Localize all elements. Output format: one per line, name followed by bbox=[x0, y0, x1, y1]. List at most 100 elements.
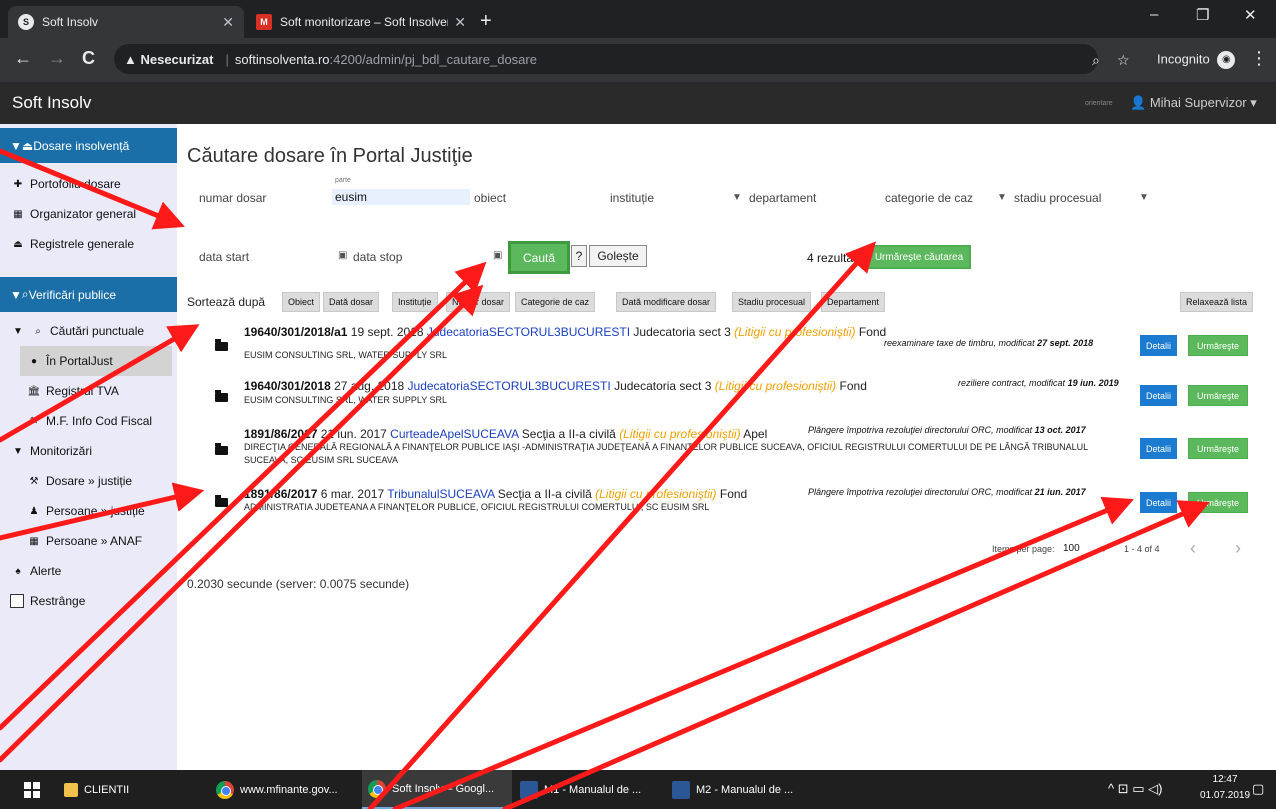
court-link[interactable]: JudecatoriaSECTORUL3BUCURESTI bbox=[408, 379, 611, 393]
tab-close-icon[interactable]: ✕ bbox=[222, 14, 234, 31]
court-link[interactable]: JudecatoriaSECTORUL3BUCURESTI bbox=[427, 325, 630, 339]
sidebar-item-registries[interactable]: ⏏ Registrele generale bbox=[0, 229, 177, 259]
case-number[interactable]: 1891/86/2017 bbox=[244, 427, 317, 441]
sidebar-group-searches[interactable]: ▼ ⌕ Căutări punctuale bbox=[0, 316, 177, 346]
case-meta: Plângere împotriva rezoluţiei directorul… bbox=[808, 487, 1086, 497]
sidebar-section-insolvency[interactable]: ▼ ⏏ Dosare insolvență bbox=[0, 128, 177, 163]
sidebar-item-label: Registrul TVA bbox=[46, 384, 119, 398]
case-number[interactable]: 1891/86/2017 bbox=[244, 487, 317, 501]
incognito-badge: Incognito ◉ bbox=[1157, 51, 1236, 69]
relax-list-button[interactable]: Relaxează lista bbox=[1180, 292, 1254, 312]
object-field[interactable]: obiect bbox=[474, 191, 506, 205]
calendar-icon[interactable]: ▣ bbox=[493, 250, 502, 261]
sort-by-stage[interactable]: Stadiu procesual bbox=[732, 292, 812, 312]
windows-start-icon[interactable] bbox=[24, 782, 40, 798]
back-button[interactable]: ← bbox=[14, 48, 32, 69]
date-stop-field[interactable]: data stop bbox=[353, 250, 402, 264]
sidebar-item-persons-justice[interactable]: ♟ Persoane » justiție bbox=[0, 496, 177, 526]
chevron-down-icon[interactable]: ▼ bbox=[997, 192, 1007, 203]
taskbar-item-m2[interactable]: M2 - Manualul de ... bbox=[666, 770, 816, 809]
chevron-down-icon[interactable]: ▼ bbox=[1139, 192, 1149, 203]
close-window-button[interactable]: ✕ bbox=[1244, 6, 1257, 24]
clear-button[interactable]: Golește bbox=[589, 245, 647, 267]
taskbar-item-soft-insolv[interactable]: Soft Insolv – Googl... bbox=[362, 770, 512, 809]
sort-by-case-date[interactable]: Dată dosar bbox=[323, 292, 380, 312]
sidebar-group-monitoring[interactable]: ▼ Monitorizări bbox=[0, 436, 177, 466]
sidebar-item-persons-anaf[interactable]: ▦ Persoane » ANAF bbox=[0, 526, 177, 556]
menu-dots-icon[interactable]: ⋮ bbox=[1250, 48, 1268, 69]
case-number-field[interactable]: numar dosar bbox=[199, 191, 266, 205]
sidebar-item-alerts[interactable]: ♠ Alerte bbox=[0, 556, 177, 586]
taskbar-clock[interactable]: 12:47 01.07.2019 bbox=[1200, 772, 1250, 804]
follow-button[interactable]: Urmăreşte bbox=[1188, 335, 1248, 356]
sidebar-item-fiscal-code[interactable]: ✎ M.F. Info Cod Fiscal bbox=[0, 406, 177, 436]
details-button[interactable]: Detalii bbox=[1140, 438, 1177, 459]
taskbar-item-m1[interactable]: M1 - Manualul de ... bbox=[514, 770, 664, 809]
sort-by-category[interactable]: Categorie de caz bbox=[515, 292, 596, 312]
chevron-down-icon[interactable]: ▼ bbox=[1099, 544, 1109, 555]
sidebar-item-organizer[interactable]: ▦ Organizator general bbox=[0, 199, 177, 229]
notification-icon[interactable]: ▢ bbox=[1252, 781, 1264, 797]
app-brand[interactable]: Soft Insolv bbox=[12, 93, 91, 113]
sidebar-section-public-checks[interactable]: ▼ ⌕ Verificări publice bbox=[0, 277, 177, 312]
system-tray-icons[interactable]: ^ ⊡ ▭ ◁) bbox=[1108, 781, 1162, 797]
court-section: Judecatoria sect 3 bbox=[633, 325, 731, 339]
tab-soft-insolv[interactable]: S Soft Insolv ✕ bbox=[8, 6, 244, 38]
url-input[interactable]: ▲ Nesecurizat | softinsolventa.ro :4200/… bbox=[114, 44, 1098, 74]
search-button[interactable]: Caută bbox=[508, 241, 570, 274]
security-warning[interactable]: ▲ Nesecurizat bbox=[124, 52, 213, 67]
collapse-checkbox[interactable] bbox=[10, 594, 24, 608]
taskbar-item-mfinante[interactable]: www.mfinante.gov... bbox=[210, 770, 360, 809]
user-menu[interactable]: 👤 Mihai Supervizor ▾ bbox=[1130, 95, 1257, 111]
sort-by-case-number[interactable]: Număr dosar bbox=[446, 292, 511, 312]
court-link[interactable]: CurteadeApelSUCEAVA bbox=[390, 427, 518, 441]
case-category-select[interactable]: categorie de caz bbox=[885, 191, 973, 205]
new-tab-button[interactable]: + bbox=[480, 10, 492, 33]
sidebar-collapse[interactable]: Restrânge bbox=[0, 586, 177, 616]
calendar-icon[interactable]: ▣ bbox=[338, 250, 347, 261]
details-button[interactable]: Detalii bbox=[1140, 335, 1177, 356]
sidebar-item-tva[interactable]: 🏛 Registrul TVA bbox=[0, 376, 177, 406]
sort-by-institution[interactable]: Instituție bbox=[392, 292, 438, 312]
details-button[interactable]: Detalii bbox=[1140, 492, 1177, 513]
stage-select[interactable]: stadiu procesual bbox=[1014, 191, 1101, 205]
minimize-button[interactable]: – bbox=[1150, 6, 1158, 23]
next-page-button[interactable]: › bbox=[1235, 538, 1241, 559]
sidebar-item-cases-justice[interactable]: ⚒ Dosare » justiție bbox=[0, 466, 177, 496]
maximize-button[interactable]: ❐ bbox=[1196, 6, 1209, 24]
registry-icon: ⏏ bbox=[13, 238, 23, 250]
help-button[interactable]: ? bbox=[571, 245, 587, 267]
case-number[interactable]: 19640/301/2018/a1 bbox=[244, 325, 347, 339]
sidebar-item-label: Persoane » ANAF bbox=[46, 534, 143, 548]
forward-button[interactable]: → bbox=[48, 48, 66, 69]
orientation-link[interactable]: orientare bbox=[1085, 100, 1113, 107]
items-per-page-select[interactable]: 100 bbox=[1063, 543, 1080, 554]
case-parties: ADMINISTRATIA JUDETEANA A FINANŢELOR PUB… bbox=[244, 502, 710, 512]
folder-icon bbox=[64, 782, 78, 797]
sort-by-modified-date[interactable]: Dată modificare dosar bbox=[616, 292, 717, 312]
tab-close-icon[interactable]: ✕ bbox=[454, 14, 466, 31]
follow-button[interactable]: Urmăreşte bbox=[1188, 492, 1248, 513]
follow-button[interactable]: Urmăreşte bbox=[1188, 438, 1248, 459]
follow-button[interactable]: Urmăreşte bbox=[1188, 385, 1248, 406]
taskbar-item-clientii[interactable]: CLIENTII bbox=[58, 770, 208, 809]
zoom-icon[interactable]: ⌕ bbox=[1092, 52, 1100, 69]
sidebar-item-portfolio[interactable]: ✚ Portofoliu dosare bbox=[0, 169, 177, 199]
chevron-down-icon[interactable]: ▼ bbox=[732, 192, 742, 203]
star-icon[interactable]: ☆ bbox=[1117, 52, 1130, 69]
details-button[interactable]: Detalii bbox=[1140, 385, 1177, 406]
case-number[interactable]: 19640/301/2018 bbox=[244, 379, 331, 393]
institution-select[interactable]: instituție bbox=[610, 191, 654, 205]
department-select[interactable]: departament bbox=[749, 191, 816, 205]
date-start-field[interactable]: data start bbox=[199, 250, 249, 264]
reload-button[interactable]: C bbox=[82, 48, 95, 69]
tab-soft-monitorizare[interactable]: M Soft monitorizare – Soft Insolvent ✕ bbox=[246, 6, 476, 38]
main-content: Căutare dosare în Portal Justiţie numar … bbox=[177, 124, 1276, 770]
court-link[interactable]: TribunalulSUCEAVA bbox=[387, 487, 494, 501]
sort-by-object[interactable]: Obiect bbox=[282, 292, 321, 312]
sort-by-department[interactable]: Departament bbox=[821, 292, 886, 312]
follow-search-button[interactable]: Urmăreşte căutarea bbox=[867, 245, 971, 269]
prev-page-button[interactable]: ‹ bbox=[1190, 538, 1196, 559]
sidebar-item-portaljust[interactable]: ● În PortalJust bbox=[20, 346, 172, 376]
party-input[interactable]: eusim bbox=[332, 189, 470, 205]
